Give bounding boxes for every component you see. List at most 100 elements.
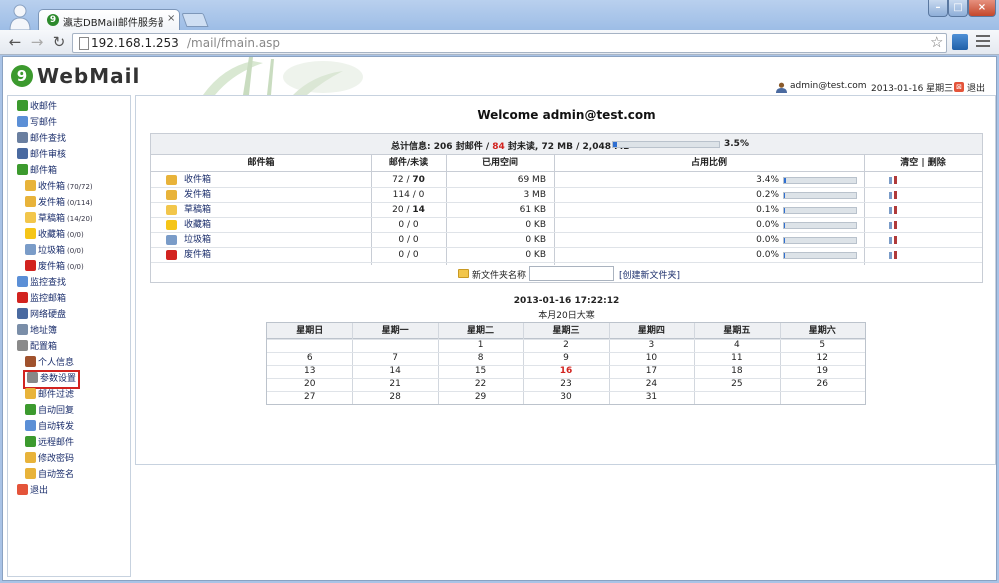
- sidebar-item-14[interactable]: 地址簿: [17, 324, 57, 339]
- folder-name[interactable]: 废件箱: [184, 248, 211, 263]
- sidebar: 收邮件 写邮件 邮件查找 邮件审核 邮件箱 收件箱 (70/72) 发件箱 (0/114) 草稿箱…: [7, 95, 131, 577]
- summary-row: 总计信息: 206 封邮件 / 84 封未读, 72 MB / 2,048 MB…: [151, 134, 982, 155]
- sidebar-item-1[interactable]: 写邮件: [17, 116, 57, 131]
- sidebar-item-11[interactable]: 监控查找: [17, 276, 66, 291]
- reload-icon[interactable]: ↻: [50, 33, 68, 51]
- sidebar-item-2[interactable]: 邮件查找: [17, 132, 66, 147]
- col-mail-unread: 邮件/未读: [388, 158, 429, 168]
- sidebar-item-21[interactable]: 远程邮件: [25, 436, 74, 451]
- calendar-day[interactable]: 31: [609, 391, 694, 404]
- sidebar-item-0[interactable]: 收邮件: [17, 100, 57, 115]
- sidebar-item-8[interactable]: 收藏箱 (0/0): [25, 228, 84, 243]
- clear-delete-icon[interactable]: [888, 250, 898, 260]
- calendar-day[interactable]: 9: [523, 352, 608, 365]
- calendar-day[interactable]: 16: [523, 365, 608, 378]
- menu-icon[interactable]: [976, 35, 990, 49]
- col-clear-delete: 清空 | 删除: [900, 158, 946, 168]
- calendar-day[interactable]: 28: [352, 391, 437, 404]
- browser-tab[interactable]: 9 瀛志DBMail邮件服务器 - \ ×: [38, 9, 180, 30]
- calendar-day[interactable]: 26: [780, 378, 865, 391]
- calendar-day[interactable]: 21: [352, 378, 437, 391]
- sidebar-item-5[interactable]: 收件箱 (70/72): [25, 180, 93, 195]
- folder-name[interactable]: 草稿箱: [184, 203, 211, 218]
- clear-delete-icon[interactable]: [888, 175, 898, 185]
- sidebar-item-label: 收藏箱: [38, 230, 66, 240]
- extension-icon[interactable]: [952, 34, 968, 50]
- folder-name[interactable]: 垃圾箱: [184, 233, 211, 248]
- sidebar-item-4[interactable]: 邮件箱: [17, 164, 57, 179]
- sidebar-item-3[interactable]: 邮件审核: [17, 148, 66, 163]
- table-row: 废件箱 0 / 0 0 KB 0.0%: [151, 248, 982, 263]
- calendar-day[interactable]: 13: [267, 365, 352, 378]
- folder-name[interactable]: 收件箱: [184, 173, 211, 188]
- calendar-day[interactable]: 12: [780, 352, 865, 365]
- tab-close-icon[interactable]: ×: [167, 13, 175, 24]
- exit-link[interactable]: 退出: [967, 81, 985, 94]
- calendar-day[interactable]: 18: [694, 365, 779, 378]
- new-folder-input[interactable]: [529, 266, 614, 281]
- clear-delete-icon[interactable]: [888, 190, 898, 200]
- col-usage-ratio: 占用比例: [690, 158, 727, 168]
- bookmark-star-icon[interactable]: ☆: [930, 34, 943, 50]
- col-mailbox: 邮件箱: [247, 158, 275, 168]
- summary-unread-unit: 封未读,: [507, 142, 539, 152]
- new-tab-button[interactable]: [181, 13, 209, 27]
- calendar-day[interactable]: 17: [609, 365, 694, 378]
- exit-icon[interactable]: ⊠: [954, 82, 964, 92]
- calendar-day[interactable]: 19: [780, 365, 865, 378]
- sidebar-item-17[interactable]: 参数设置: [22, 370, 81, 389]
- user-email: admin@test.com: [790, 81, 867, 91]
- folder-name[interactable]: 发件箱: [184, 188, 211, 203]
- calendar-day[interactable]: 15: [438, 365, 523, 378]
- calendar-day[interactable]: 11: [694, 352, 779, 365]
- calendar-day[interactable]: 10: [609, 352, 694, 365]
- sidebar-item-label: 远程邮件: [38, 438, 75, 448]
- clear-delete-icon[interactable]: [888, 205, 898, 215]
- clear-delete-icon[interactable]: [888, 220, 898, 230]
- sidebar-item-10[interactable]: 废件箱 (0/0): [25, 260, 84, 275]
- slash-separator: /: [409, 190, 419, 200]
- calendar-day[interactable]: 6: [267, 352, 352, 365]
- calendar-day[interactable]: 4: [694, 339, 779, 352]
- sidebar-item-22[interactable]: 修改密码: [25, 452, 74, 467]
- person-icon: [25, 356, 36, 367]
- sidebar-item-12[interactable]: 监控邮箱: [17, 292, 66, 307]
- calendar-day[interactable]: 14: [352, 365, 437, 378]
- sidebar-item-15[interactable]: 配置箱: [17, 340, 57, 355]
- sidebar-item-7[interactable]: 草稿箱 (14/20): [25, 212, 93, 227]
- clear-delete-icon[interactable]: [888, 235, 898, 245]
- folder-name[interactable]: 收藏箱: [184, 218, 211, 233]
- close-window-button[interactable]: ×: [968, 0, 996, 17]
- sidebar-item-19[interactable]: 自动回复: [25, 404, 74, 419]
- calendar-day[interactable]: 8: [438, 352, 523, 365]
- sidebar-item-6[interactable]: 发件箱 (0/114): [25, 196, 93, 211]
- calendar-day[interactable]: 25: [694, 378, 779, 391]
- calendar-day[interactable]: 1: [438, 339, 523, 352]
- address-bar[interactable]: 192.168.1.253 /mail/fmain.asp: [72, 33, 947, 53]
- calendar-day[interactable]: 2: [523, 339, 608, 352]
- back-arrow-icon[interactable]: ←: [6, 33, 24, 51]
- calendar-day[interactable]: 23: [523, 378, 608, 391]
- calendar-day[interactable]: 27: [267, 391, 352, 404]
- profile-icon[interactable]: [8, 2, 32, 30]
- calendar-day[interactable]: 30: [523, 391, 608, 404]
- calendar-day[interactable]: 29: [438, 391, 523, 404]
- sidebar-item-24[interactable]: 退出: [17, 484, 48, 499]
- sidebar-item-16[interactable]: 个人信息: [25, 356, 74, 371]
- calendar-day[interactable]: 20: [267, 378, 352, 391]
- forward-arrow-icon[interactable]: →: [28, 33, 46, 51]
- create-folder-button[interactable]: [创建新文件夹]: [619, 268, 680, 281]
- sidebar-item-9[interactable]: 垃圾箱 (0/0): [25, 244, 84, 259]
- minimize-button[interactable]: –: [928, 0, 948, 17]
- calendar-day[interactable]: 24: [609, 378, 694, 391]
- sidebar-item-13[interactable]: 网络硬盘: [17, 308, 66, 323]
- maximize-button[interactable]: □: [948, 0, 968, 17]
- calendar-day[interactable]: 3: [609, 339, 694, 352]
- junk-icon: [166, 250, 177, 260]
- calendar-day[interactable]: 7: [352, 352, 437, 365]
- sidebar-item-23[interactable]: 自动签名: [25, 468, 74, 483]
- calendar-day[interactable]: 22: [438, 378, 523, 391]
- sidebar-item-20[interactable]: 自动转发: [25, 420, 74, 435]
- calendar-day[interactable]: 5: [780, 339, 865, 352]
- sidebar-item-18[interactable]: 邮件过滤: [25, 388, 74, 403]
